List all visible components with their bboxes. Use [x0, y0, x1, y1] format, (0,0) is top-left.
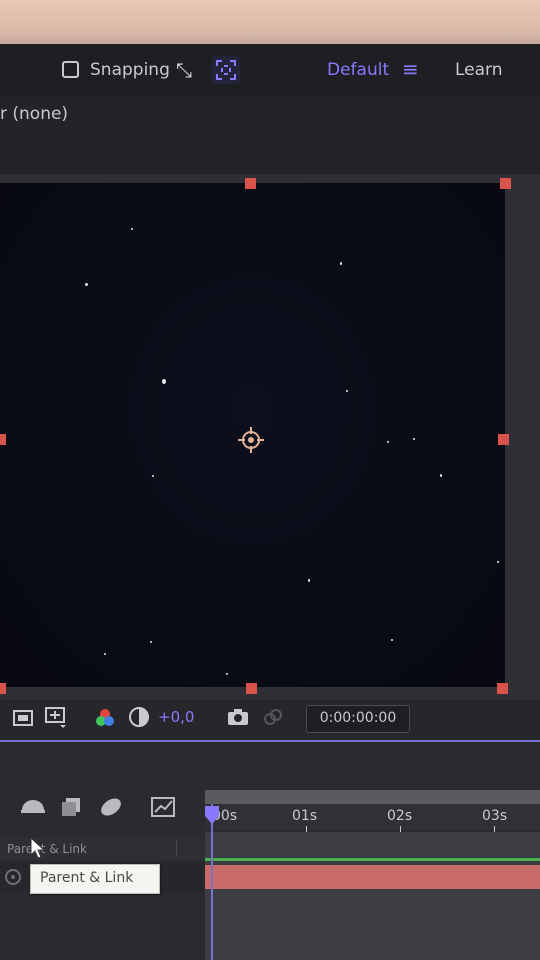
star	[413, 438, 415, 440]
snap-target-button[interactable]	[212, 56, 240, 84]
work-area-bar[interactable]	[205, 858, 540, 861]
tooltip-text: Parent & Link	[40, 870, 134, 886]
composition-viewer	[0, 174, 540, 700]
top-toolbar: Snapping ⤡ Default ≡ Learn	[0, 44, 540, 97]
monitor-bezel	[0, 0, 540, 48]
color-channels-icon[interactable]	[94, 707, 116, 729]
star	[308, 579, 310, 582]
exposure-reset-icon[interactable]	[128, 706, 150, 728]
show-snapshot-icon[interactable]	[262, 707, 284, 727]
exposure-value[interactable]: +0,0	[158, 708, 194, 726]
region-of-interest-icon[interactable]	[12, 708, 34, 728]
tick-label: 01s	[292, 808, 318, 824]
star	[387, 441, 389, 443]
star	[150, 641, 152, 643]
workspace-default[interactable]: Default	[327, 60, 389, 80]
playhead-line[interactable]	[211, 804, 213, 960]
layer-bar: r (none)	[0, 96, 540, 174]
bounding-handle-top-right[interactable]	[500, 178, 511, 189]
star	[85, 283, 88, 286]
graph-editor-icon[interactable]	[150, 796, 176, 818]
bounding-handle-bottom[interactable]	[246, 683, 257, 694]
star	[340, 262, 342, 265]
expand-arrow-icon[interactable]: ⤡	[176, 58, 192, 82]
track-area	[205, 832, 540, 960]
mouse-cursor-icon	[30, 836, 46, 859]
draft-3d-icon[interactable]	[20, 796, 46, 816]
pick-whip-icon[interactable]	[4, 868, 22, 886]
snapping-checkbox[interactable]	[62, 61, 79, 78]
workspace-menu-icon[interactable]: ≡	[402, 57, 419, 81]
tooltip: Parent & Link	[30, 864, 160, 894]
bounding-handle-left[interactable]	[0, 434, 6, 445]
workspace-learn[interactable]: Learn	[455, 60, 503, 80]
viewer-controls: +0,0 0:00:00:00	[0, 700, 540, 740]
camera-icon[interactable]	[226, 707, 250, 727]
star	[391, 639, 393, 641]
layer-selector[interactable]: r (none)	[0, 104, 68, 124]
current-time-value: 0:00:00:00	[319, 710, 397, 726]
bounding-handle-right[interactable]	[498, 434, 509, 445]
star	[131, 228, 133, 230]
playhead-handle[interactable]	[203, 804, 221, 826]
tick-label: 02s	[387, 808, 413, 824]
current-time-field[interactable]: 0:00:00:00	[306, 705, 410, 733]
column-separator[interactable]	[176, 841, 177, 857]
transparency-grid-icon[interactable]	[44, 706, 68, 730]
star	[152, 475, 154, 477]
star	[104, 653, 106, 655]
anchor-point-icon[interactable]	[236, 425, 266, 455]
layer-duration-bar[interactable]	[205, 865, 540, 889]
timeline-panel: 00s 01s 02s 03s Parent & Link Parent & L…	[0, 742, 540, 960]
snap-target-icon	[216, 60, 236, 80]
frame-blending-icon[interactable]	[98, 796, 124, 818]
shy-layers-icon[interactable]	[60, 796, 82, 818]
star	[226, 673, 228, 675]
bounding-handle-bottom-left[interactable]	[0, 683, 6, 694]
bounding-handle-top[interactable]	[245, 178, 256, 189]
star	[440, 474, 442, 477]
time-navigator-bar[interactable]	[205, 790, 540, 804]
star	[497, 561, 499, 563]
bounding-handle-bottom-right[interactable]	[497, 683, 508, 694]
star	[346, 390, 348, 392]
snapping-label: Snapping	[90, 60, 170, 80]
star	[162, 379, 166, 384]
tick-label: 03s	[482, 808, 508, 824]
